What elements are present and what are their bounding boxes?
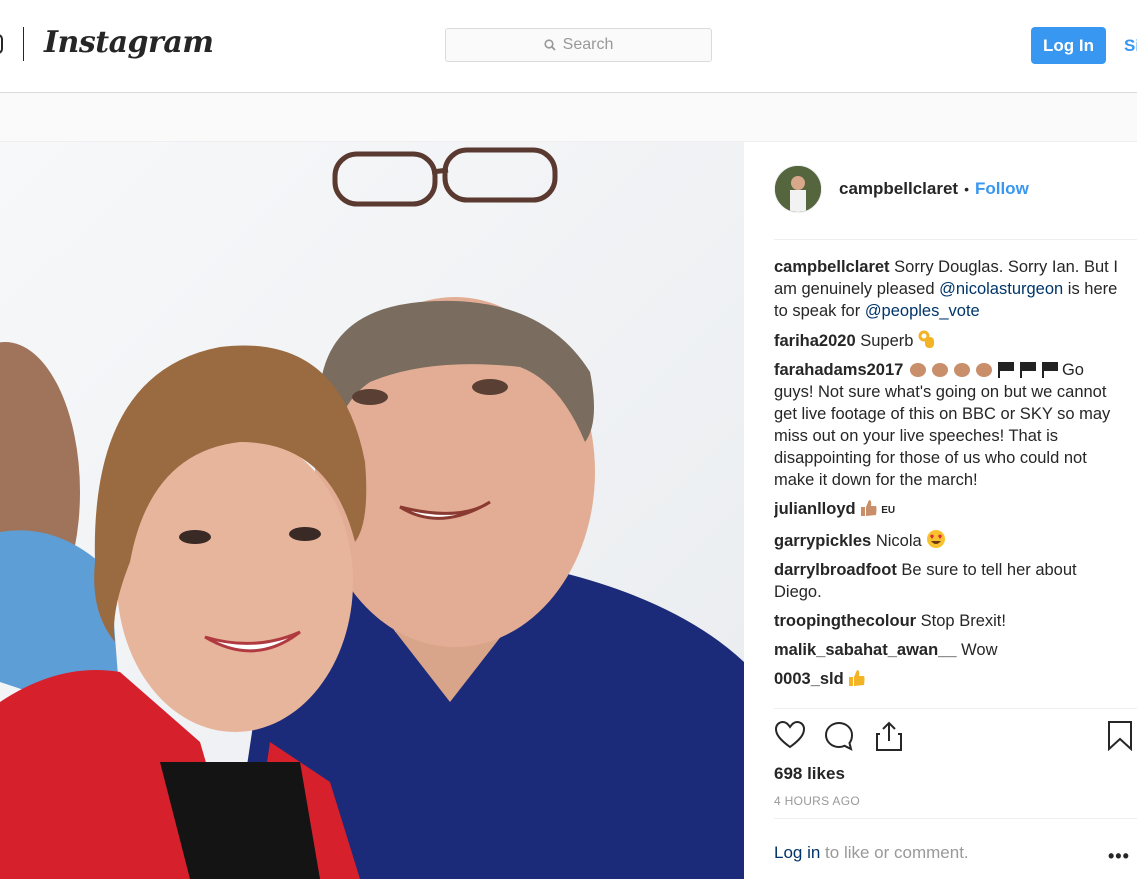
instagram-camera-icon[interactable]: [0, 34, 3, 54]
avatar[interactable]: [774, 165, 822, 213]
signup-link[interactable]: Sign Up: [1124, 36, 1137, 56]
comment-username[interactable]: darrylbroadfoot: [774, 561, 897, 579]
eu-badge: EU: [881, 505, 896, 516]
post-author-username[interactable]: campbellclaret: [839, 179, 958, 199]
black-flag-icon: [997, 362, 1014, 378]
sub-header-bar: [0, 93, 1137, 142]
black-flag-icon: [1019, 362, 1036, 378]
login-prompt: Log in to like or comment.: [774, 843, 969, 863]
comment-username[interactable]: 0003_sld: [774, 670, 844, 688]
mention-link[interactable]: @nicolasturgeon: [939, 280, 1063, 298]
comment-username[interactable]: farahadams2017: [774, 361, 903, 379]
comment-username[interactable]: garrypickles: [774, 532, 871, 550]
thumbs-up-icon: [849, 670, 865, 686]
divider: [774, 239, 1137, 240]
heart-eyes-icon: [927, 530, 946, 548]
comment: fariha2020 Superb: [774, 329, 1124, 352]
bookmark-icon[interactable]: [1107, 720, 1133, 752]
search-input[interactable]: Search: [445, 28, 712, 62]
post-actions: [774, 720, 1137, 754]
comment: 0003_sld: [774, 668, 1124, 690]
black-flag-icon: [1041, 362, 1058, 378]
comment-text: Superb: [855, 332, 919, 350]
clapping-hands-icon: [975, 363, 992, 377]
divider: [774, 708, 1137, 709]
divider: [774, 818, 1137, 819]
comment-username[interactable]: malik_sabahat_awan__: [774, 641, 957, 659]
logo-divider: [23, 27, 24, 61]
comment: farahadams2017 Go guys! Not sure what's …: [774, 359, 1124, 491]
ok-hand-icon: [918, 330, 935, 348]
share-icon[interactable]: [874, 720, 904, 752]
comment-text: Go guys! Not sure what's going on but we…: [774, 361, 1111, 489]
comment-text: Wow: [956, 641, 998, 659]
comment-text: Stop Brexit!: [916, 612, 1006, 630]
search-placeholder: Search: [562, 36, 614, 53]
comment: garrypickles Nicola: [774, 529, 1124, 552]
like-count[interactable]: 698 likes: [774, 764, 845, 784]
post-side-panel: campbellclaret • Follow campbellclaret S…: [744, 142, 1137, 879]
top-nav: Instagram Search Log In Sign Up: [0, 0, 1137, 93]
login-prompt-text: to like or comment.: [820, 843, 969, 862]
separator-dot: •: [964, 181, 969, 197]
caption: campbellclaret Sorry Douglas. Sorry Ian.…: [774, 256, 1124, 322]
login-button[interactable]: Log In: [1031, 27, 1106, 64]
mention-link[interactable]: @peoples_vote: [865, 302, 980, 320]
comment-username[interactable]: campbellclaret: [774, 258, 890, 276]
comment-text: Nicola: [871, 532, 927, 550]
comment-icon[interactable]: [823, 720, 855, 752]
heart-icon[interactable]: [774, 720, 806, 750]
clapping-hands-icon: [953, 363, 970, 377]
post-photo[interactable]: [0, 142, 744, 879]
avatar-image: [775, 166, 821, 212]
comment-username[interactable]: troopingthecolour: [774, 612, 916, 630]
follow-button[interactable]: Follow: [975, 179, 1029, 199]
comment: troopingthecolour Stop Brexit!: [774, 610, 1124, 632]
comment: darrylbroadfoot Be sure to tell her abou…: [774, 559, 1124, 603]
clapping-hands-icon: [931, 363, 948, 377]
clapping-hands-icon: [909, 363, 926, 377]
more-options-icon[interactable]: •••: [1108, 846, 1130, 867]
login-link[interactable]: Log in: [774, 843, 820, 862]
post-timestamp: 4 HOURS AGO: [774, 794, 860, 808]
post-header: campbellclaret • Follow: [774, 164, 1029, 214]
comment-username[interactable]: julianlloyd: [774, 500, 856, 518]
instagram-wordmark[interactable]: Instagram: [44, 25, 214, 60]
search-icon: [544, 39, 556, 51]
thumbs-up-icon: [861, 500, 877, 516]
comment: julianlloyd EU: [774, 498, 1124, 522]
comment-username[interactable]: fariha2020: [774, 332, 856, 350]
selfie-image: [0, 142, 744, 879]
comment: malik_sabahat_awan__ Wow: [774, 639, 1124, 661]
comments-list[interactable]: campbellclaret Sorry Douglas. Sorry Ian.…: [774, 256, 1124, 708]
